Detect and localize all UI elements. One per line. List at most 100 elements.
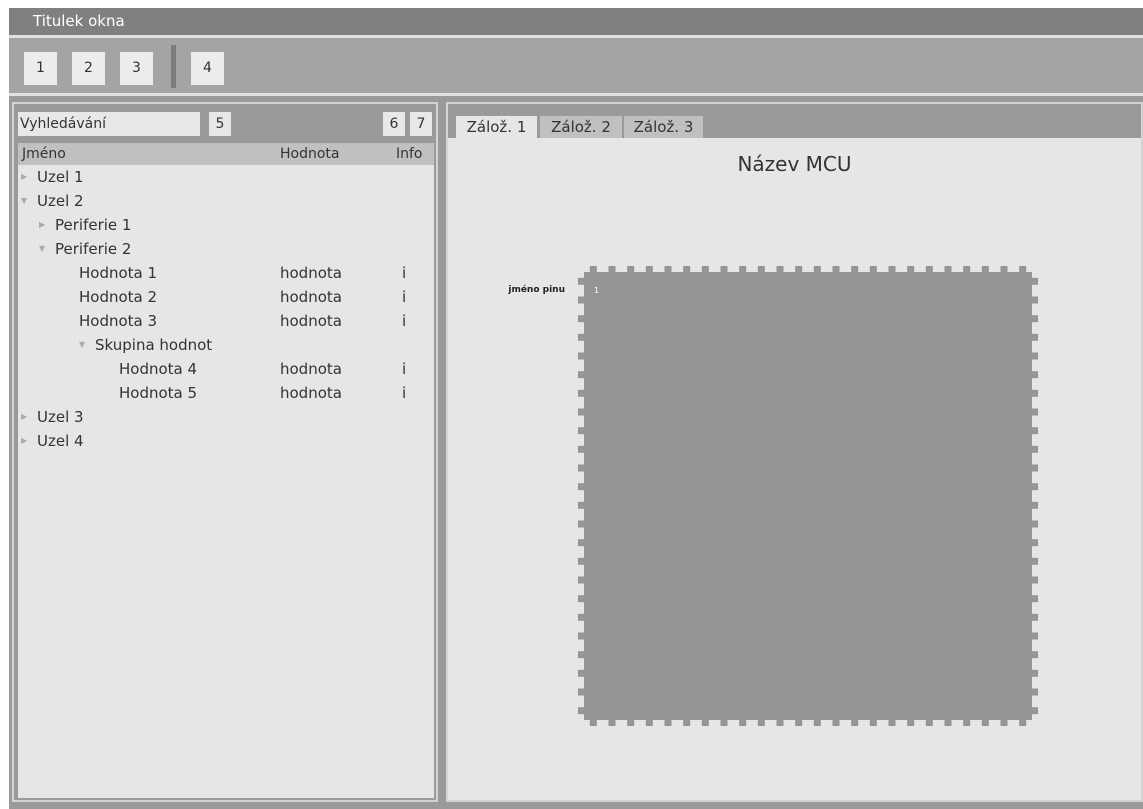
chip-pin[interactable] [869, 266, 877, 272]
chip-pin[interactable] [701, 266, 709, 272]
chip-pin[interactable] [683, 266, 691, 272]
chip-pin[interactable] [851, 720, 859, 726]
chip-pin[interactable] [578, 371, 584, 379]
chip-pin[interactable] [776, 266, 784, 272]
chip-pin[interactable] [832, 720, 840, 726]
chip-pin[interactable] [1019, 266, 1027, 272]
chip-pin[interactable] [664, 266, 672, 272]
chip-pin[interactable] [720, 720, 728, 726]
chip-pin[interactable] [1032, 277, 1038, 285]
search-input[interactable] [18, 112, 200, 136]
chip-pin[interactable] [1032, 389, 1038, 397]
tree-row[interactable]: ▶ Uzel 4 [18, 429, 434, 453]
chip-pin[interactable] [869, 720, 877, 726]
tab-zaloz-3[interactable]: Zálož. 3 [624, 116, 703, 138]
chip-pin[interactable] [888, 266, 896, 272]
chip-pin[interactable] [578, 483, 584, 491]
chip-pin[interactable] [981, 266, 989, 272]
chip-pin[interactable] [578, 277, 584, 285]
chip-pin[interactable] [963, 720, 971, 726]
chip-pin[interactable] [757, 720, 765, 726]
toolbar-button-3[interactable]: 3 [120, 52, 153, 85]
chip-pin[interactable] [1032, 632, 1038, 640]
chip-pin[interactable] [578, 688, 584, 696]
chip-pin[interactable] [578, 408, 584, 416]
chip-pin[interactable] [832, 266, 840, 272]
chip-pin[interactable] [578, 707, 584, 715]
chip-pin[interactable] [578, 315, 584, 323]
search-button[interactable]: 5 [209, 112, 231, 136]
chip-pin[interactable] [907, 720, 915, 726]
chip-pin[interactable] [578, 651, 584, 659]
panel-button-6[interactable]: 6 [383, 112, 405, 136]
chip-pin[interactable] [578, 464, 584, 472]
expand-arrow-icon[interactable]: ▶ [21, 405, 27, 429]
chip-pin[interactable] [578, 520, 584, 528]
collapse-arrow-icon[interactable]: ▼ [21, 189, 27, 213]
chip-pin[interactable] [578, 296, 584, 304]
chip-pin[interactable] [1032, 371, 1038, 379]
chip-pin[interactable] [1032, 333, 1038, 341]
chip-pin[interactable] [1032, 408, 1038, 416]
chip-pin[interactable] [1032, 352, 1038, 360]
tree-row[interactable]: ▶ Uzel 3 [18, 405, 434, 429]
chip-pin[interactable] [1032, 501, 1038, 509]
chip-pin[interactable] [608, 720, 616, 726]
chip-pin[interactable] [589, 266, 597, 272]
info-icon[interactable]: i [402, 381, 406, 405]
chip-pin[interactable] [1032, 707, 1038, 715]
chip-pin[interactable] [578, 333, 584, 341]
chip-pin[interactable] [1032, 557, 1038, 565]
column-info-header[interactable]: Info [396, 143, 423, 165]
info-icon[interactable]: i [402, 309, 406, 333]
column-value-header[interactable]: Hodnota [280, 143, 340, 165]
chip-pin[interactable] [1032, 520, 1038, 528]
tree-row[interactable]: Hodnota 2 hodnota i [18, 285, 434, 309]
chip-pin[interactable] [739, 720, 747, 726]
chip-pin[interactable] [813, 266, 821, 272]
tree-row[interactable]: ▶ Uzel 1 [18, 165, 434, 189]
chip-pin[interactable] [776, 720, 784, 726]
chip-pin[interactable] [1032, 539, 1038, 547]
toolbar-button-1[interactable]: 1 [24, 52, 57, 85]
chip-pin[interactable] [578, 576, 584, 584]
chip-pin[interactable] [578, 669, 584, 677]
collapse-arrow-icon[interactable]: ▼ [79, 333, 85, 357]
tree-row[interactable]: Hodnota 1 hodnota i [18, 261, 434, 285]
chip-pin[interactable] [851, 266, 859, 272]
chip-pin[interactable] [578, 389, 584, 397]
collapse-arrow-icon[interactable]: ▼ [39, 237, 45, 261]
chip-pin[interactable] [944, 720, 952, 726]
chip-pin[interactable] [925, 266, 933, 272]
chip-pin[interactable] [645, 266, 653, 272]
column-name-header[interactable]: Jméno [22, 143, 66, 165]
chip-pin[interactable] [645, 720, 653, 726]
chip-pin[interactable] [578, 539, 584, 547]
chip-pin[interactable] [757, 266, 765, 272]
expand-arrow-icon[interactable]: ▶ [39, 213, 45, 237]
expand-arrow-icon[interactable]: ▶ [21, 165, 27, 189]
chip-pin[interactable] [578, 595, 584, 603]
chip-pin[interactable] [981, 720, 989, 726]
tab-zaloz-2[interactable]: Zálož. 2 [540, 116, 622, 138]
chip-pin[interactable] [1032, 296, 1038, 304]
chip-pin[interactable] [578, 445, 584, 453]
chip-pin[interactable] [1032, 576, 1038, 584]
chip-pin[interactable] [907, 266, 915, 272]
chip-pin[interactable] [701, 720, 709, 726]
chip-pin[interactable] [1032, 651, 1038, 659]
chip-pin[interactable] [1032, 483, 1038, 491]
chip-pin[interactable] [925, 720, 933, 726]
panel-button-7[interactable]: 7 [410, 112, 432, 136]
chip-pin[interactable] [795, 720, 803, 726]
chip-pin[interactable] [1019, 720, 1027, 726]
info-icon[interactable]: i [402, 357, 406, 381]
toolbar-button-4[interactable]: 4 [191, 52, 224, 85]
chip-pin[interactable] [1032, 464, 1038, 472]
chip-pin[interactable] [739, 266, 747, 272]
chip-pin[interactable] [1032, 427, 1038, 435]
chip-pin[interactable] [578, 352, 584, 360]
chip-pin[interactable] [1032, 445, 1038, 453]
chip-pin[interactable] [813, 720, 821, 726]
chip-pin[interactable] [578, 632, 584, 640]
